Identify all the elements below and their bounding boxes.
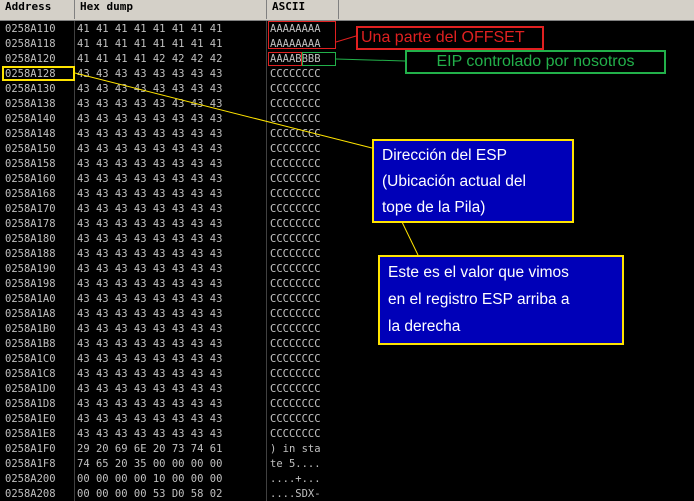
eip-callout: EIP controlado por nosotros (405, 50, 666, 74)
esp-value-callout: Este es el valor que vimos en el registr… (378, 255, 624, 345)
offset-callout-text: Una parte del OFFSET (361, 29, 525, 46)
esp-callout-line-1: Dirección del ESP (382, 147, 507, 164)
esp-value-callout-line-2: en el registro ESP arriba a (388, 291, 570, 308)
esp-value-callout-line-3: la derecha (388, 318, 461, 335)
esp-callout: Dirección del ESP (Ubicación actual del … (372, 139, 574, 223)
offset-callout: Una parte del OFFSET (356, 26, 544, 50)
esp-value-callout-line-1: Este es el valor que vimos (388, 264, 569, 281)
esp-callout-line-3: tope de la Pila) (382, 199, 486, 216)
eip-callout-text: EIP controlado por nosotros (436, 53, 635, 70)
annotation-connectors (74, 35, 419, 256)
esp-callout-line-2: (Ubicación actual del (382, 173, 526, 190)
